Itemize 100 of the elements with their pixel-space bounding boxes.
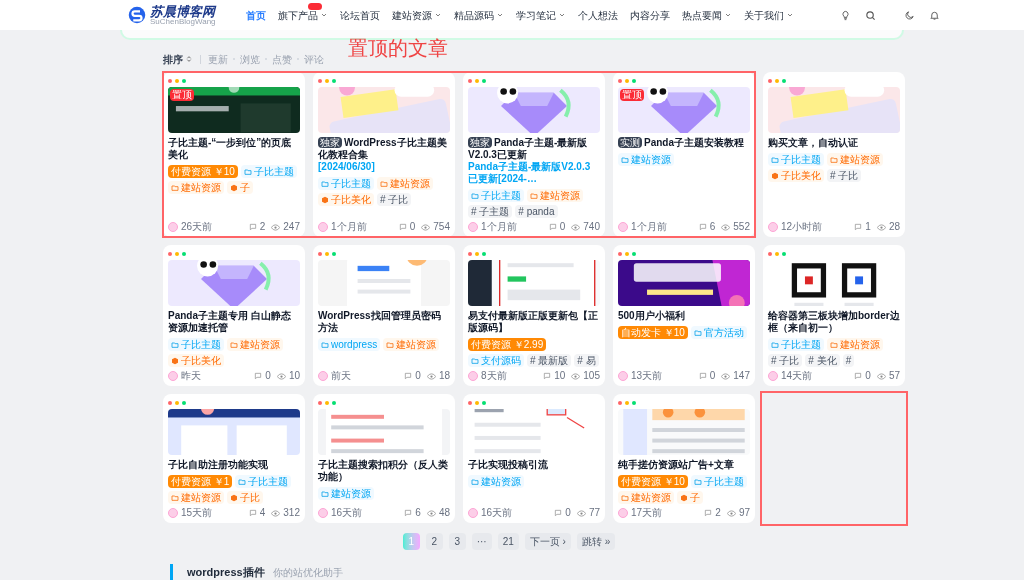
- comment-count: 0: [265, 371, 271, 381]
- avatar[interactable]: [618, 371, 628, 381]
- comment-count: 1: [865, 222, 871, 232]
- folder-icon: [321, 179, 329, 188]
- post-title[interactable]: 子比实现投稿引流: [468, 459, 600, 471]
- avatar[interactable]: [318, 222, 328, 232]
- logo-title[interactable]: 苏晨博客网: [150, 4, 216, 18]
- avatar[interactable]: [618, 508, 628, 518]
- nav-link[interactable]: 关于我们: [743, 7, 794, 23]
- view-count: 97: [738, 508, 750, 518]
- page-button[interactable]: 下一页 ›: [524, 533, 571, 550]
- post-title[interactable]: 给容器第三板块增加border边框（来自初一）: [768, 310, 900, 334]
- post-card[interactable]: 500用户小福利 自动发卡 ￥10 官方活动 13天前 0 147: [613, 245, 755, 386]
- avatar[interactable]: [318, 508, 328, 518]
- page-button[interactable]: 跳转 »: [576, 533, 616, 550]
- eye-icon: [721, 371, 731, 381]
- post-time: 16天前: [331, 508, 363, 518]
- nav-link[interactable]: 论坛首页: [339, 7, 380, 23]
- category-tag[interactable]: # 子比: [827, 169, 862, 182]
- nav-link[interactable]: 个人想法: [577, 7, 618, 23]
- nav-link[interactable]: 学习笔记: [515, 7, 566, 23]
- nav-link[interactable]: 内容分享: [629, 7, 670, 23]
- category-tag[interactable]: # panda: [515, 205, 558, 218]
- eye-icon: [876, 371, 886, 381]
- category-tag[interactable]: # 最新版: [527, 354, 572, 367]
- category-tag[interactable]: #: [842, 354, 855, 367]
- nav-link[interactable]: 首页: [245, 7, 266, 23]
- nav-link[interactable]: 旗下产品: [277, 7, 328, 23]
- category-tag[interactable]: # 子比: [377, 193, 412, 206]
- eye-icon: [726, 508, 736, 518]
- folder-icon: [471, 477, 479, 486]
- category-tag[interactable]: # 子比: [768, 354, 803, 367]
- sort-dropdown[interactable]: 排序: [163, 51, 193, 67]
- avatar[interactable]: [168, 371, 178, 381]
- avatar[interactable]: [168, 222, 178, 232]
- nav-link[interactable]: 热点要闻: [681, 7, 732, 23]
- comment-count: 0: [565, 508, 571, 518]
- category-tag[interactable]: # 易: [574, 354, 599, 367]
- folder-icon: [230, 340, 238, 349]
- post-title[interactable]: Panda子主题专用 白山静态资源加速托管: [168, 310, 300, 334]
- avatar[interactable]: [768, 222, 778, 232]
- page-button[interactable]: 21: [497, 533, 519, 550]
- avatar[interactable]: [168, 508, 178, 518]
- post-title[interactable]: 购买文章，自动认证: [768, 137, 900, 149]
- nav-link[interactable]: 精品源码: [453, 7, 504, 23]
- post-card[interactable]: Panda子主题专用 白山静态资源加速托管 子比主题 建站资源 子比美化 昨天 0 10: [163, 245, 305, 386]
- eye-icon: [571, 222, 581, 232]
- post-title[interactable]: 子比主题-“一步到位”的页底美化: [168, 137, 300, 161]
- view-count: 147: [733, 371, 750, 381]
- post-card[interactable]: WordPress找回管理员密码方法 wordpress 建站资源 前天 0 18: [313, 245, 455, 386]
- category-tag[interactable]: # 美化: [805, 354, 840, 367]
- post-card[interactable]: 给容器第三板块增加border边框（来自初一） 子比主题 建站资源 # 子比 # 美化 # 14天前 0 57: [763, 245, 905, 386]
- cube-icon: [171, 356, 179, 365]
- page-button[interactable]: 3: [448, 533, 466, 550]
- post-card[interactable]: 纯手搓仿资源站广告+文章 付费资源 ￥10 子比主题 建站资源 子 17天前 2 97: [613, 394, 755, 523]
- comment-icon: [543, 372, 552, 380]
- corner-badge: 置顶: [620, 89, 644, 101]
- page-button[interactable]: 2: [425, 533, 443, 550]
- post-title[interactable]: 子比主题搜索扣积分（反人类功能）: [318, 459, 450, 483]
- post-title[interactable]: 易支付最新版正版更新包【正版源码】: [468, 310, 600, 334]
- post-card[interactable]: 购买文章，自动认证 子比主题 建站资源 子比美化 # 子比 12小时前 1 28: [763, 72, 905, 237]
- post-card[interactable]: 子比自助注册功能实现 付费资源 ￥1 子比主题 建站资源 子比 15天前 4 312: [163, 394, 305, 523]
- avatar[interactable]: [318, 371, 328, 381]
- logo-icon[interactable]: [128, 6, 146, 24]
- eye-icon: [421, 222, 431, 232]
- view-count: 312: [283, 508, 300, 518]
- search-icon[interactable]: [865, 9, 876, 21]
- lightbulb-icon[interactable]: [840, 9, 851, 21]
- post-title[interactable]: WordPress找回管理员密码方法: [318, 310, 450, 334]
- comment-count: 4: [259, 508, 266, 518]
- post-time: 15天前: [181, 508, 213, 518]
- view-count: 28: [888, 222, 900, 232]
- avatar[interactable]: [468, 508, 478, 518]
- folder-icon: [321, 489, 329, 498]
- avatar[interactable]: [618, 222, 628, 232]
- moon-icon[interactable]: [904, 9, 915, 21]
- post-title[interactable]: 独家 WordPress子比主题美化教程合集: [318, 137, 450, 161]
- nav-link[interactable]: 建站资源: [391, 7, 442, 23]
- comment-icon: [854, 372, 863, 380]
- eye-icon: [276, 371, 286, 381]
- post-title[interactable]: 子比自助注册功能实现: [168, 459, 300, 471]
- post-card[interactable]: 子比实现投稿引流 建站资源 16天前 0 77: [463, 394, 605, 523]
- post-title[interactable]: 纯手搓仿资源站广告+文章: [618, 459, 750, 471]
- post-card[interactable]: 易支付最新版正版更新包【正版源码】 付费资源 ￥2.99 支付源码 # 最新版 # 易 8天前 10 105: [463, 245, 605, 386]
- post-time: 前天: [331, 371, 351, 381]
- folder-icon: [693, 477, 702, 486]
- caret-icon: [433, 11, 442, 19]
- folder-icon: [171, 493, 179, 502]
- folder-icon: [471, 356, 479, 365]
- category-tag[interactable]: # 子主题: [468, 205, 513, 218]
- bell-icon[interactable]: [929, 9, 940, 21]
- post-title[interactable]: 实测 Panda子主题安装教程: [618, 137, 750, 149]
- post-title[interactable]: 独家 Panda子主题-最新版V2.0.3已更新: [468, 137, 600, 161]
- post-time: 26天前: [181, 222, 213, 232]
- avatar[interactable]: [468, 222, 478, 232]
- page-button[interactable]: ···: [471, 533, 492, 550]
- post-title[interactable]: 500用户小福利: [618, 310, 750, 322]
- avatar[interactable]: [468, 371, 478, 381]
- avatar[interactable]: [768, 371, 778, 381]
- post-card[interactable]: 子比主题搜索扣积分（反人类功能） 建站资源 16天前 6 48: [313, 394, 455, 523]
